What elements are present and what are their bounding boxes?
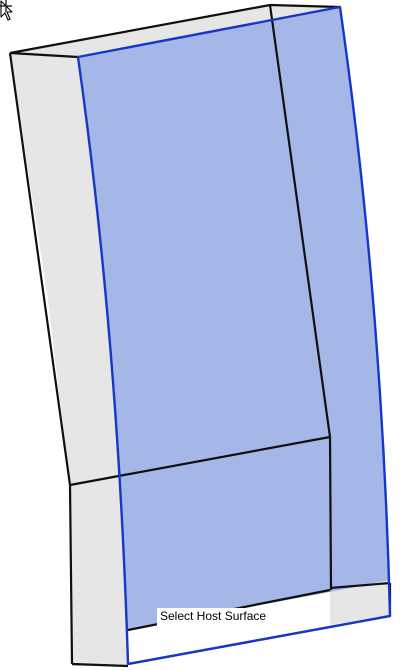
tooltip: Select Host Surface xyxy=(157,608,272,626)
crosshair-icon xyxy=(0,0,12,12)
model-viewport[interactable]: Select Host Surface xyxy=(0,0,414,670)
edge xyxy=(328,436,333,591)
3d-model-canvas[interactable] xyxy=(0,0,414,670)
